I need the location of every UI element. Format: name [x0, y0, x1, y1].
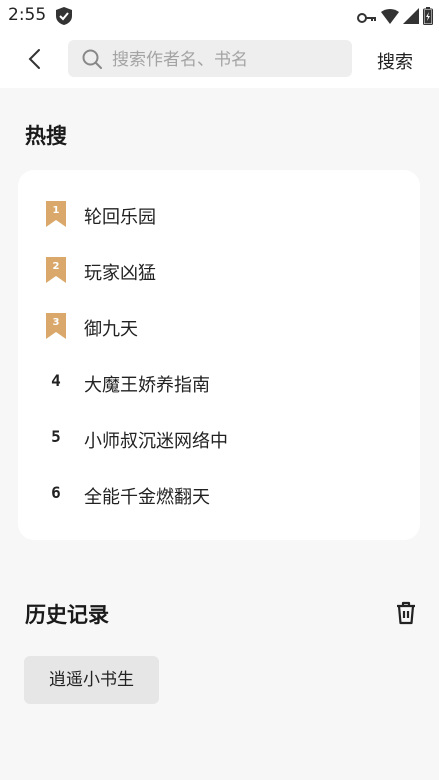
hot-search-card: 1 轮回乐园 2 玩家凶猛 3 御九天 4 大魔王娇养指南 5 小师叔沉迷网络中…: [18, 170, 420, 540]
rank-badge-icon: 3: [46, 313, 66, 343]
rank-number: 4: [51, 371, 61, 390]
hot-search-title: 热搜: [25, 124, 67, 148]
hot-item-name: 御九天: [84, 319, 138, 340]
rank-number: 6: [51, 483, 61, 502]
cellular-signal-icon: [403, 8, 419, 28]
rank-number: 2: [53, 261, 60, 272]
hot-item-2[interactable]: 2 玩家凶猛: [18, 249, 420, 289]
top-bar: 2:55 搜索: [0, 0, 439, 88]
status-time: 2:55: [8, 5, 47, 25]
search-nav-bar: 搜索: [0, 38, 439, 82]
hot-item-1[interactable]: 1 轮回乐园: [18, 193, 420, 233]
rank-badge-icon: 1: [46, 201, 66, 231]
search-box[interactable]: [68, 40, 352, 79]
search-input[interactable]: [110, 40, 344, 79]
status-bar: 2:55: [0, 0, 439, 32]
hot-item-name: 小师叔沉迷网络中: [84, 431, 228, 452]
rank-number: 3: [53, 317, 60, 328]
key-icon: [357, 9, 377, 28]
search-icon: [82, 49, 102, 73]
hot-item-5[interactable]: 5 小师叔沉迷网络中: [18, 417, 420, 457]
hot-item-name: 轮回乐园: [84, 207, 156, 228]
hot-item-name: 大魔王娇养指南: [84, 375, 210, 396]
back-arrow-icon[interactable]: [26, 46, 46, 72]
history-title: 历史记录: [25, 603, 109, 627]
hot-item-name: 玩家凶猛: [84, 263, 156, 284]
wifi-icon: [381, 8, 399, 28]
history-tag[interactable]: 逍遥小书生: [24, 656, 159, 704]
hot-item-3[interactable]: 3 御九天: [18, 305, 420, 345]
search-button[interactable]: 搜索: [377, 48, 413, 74]
rank-number: 5: [51, 427, 61, 446]
trash-icon[interactable]: [394, 600, 418, 626]
rank-number: 1: [53, 205, 60, 216]
battery-icon: [423, 7, 433, 29]
hot-item-4[interactable]: 4 大魔王娇养指南: [18, 361, 420, 401]
hot-item-6[interactable]: 6 全能千金燃翻天: [18, 473, 420, 513]
rank-badge-icon: 2: [46, 257, 66, 287]
shield-icon: [55, 6, 73, 30]
hot-item-name: 全能千金燃翻天: [84, 487, 210, 508]
